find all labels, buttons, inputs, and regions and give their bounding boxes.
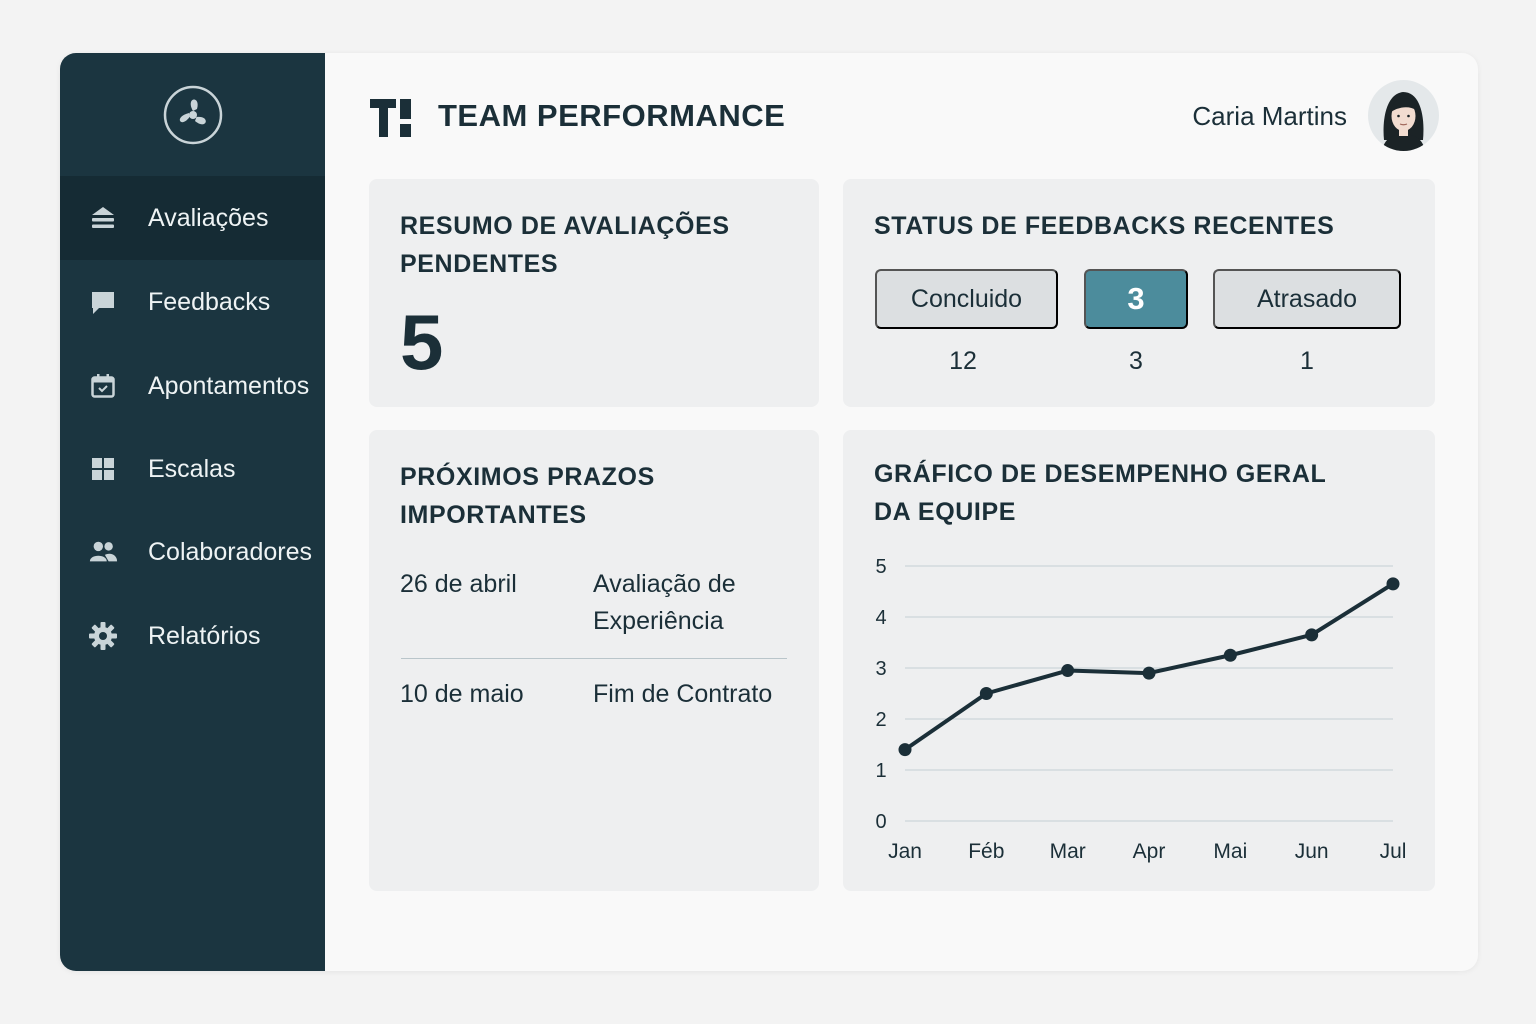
- x-tick-label: Jun: [1295, 840, 1329, 863]
- card-title: RESUMO DE AVALIAÇÕES PENDENTES: [400, 212, 730, 278]
- status-count: 1: [1300, 347, 1314, 375]
- sidebar-item-label: Apontamentos: [148, 371, 310, 400]
- x-tick-label: Jan: [888, 840, 922, 863]
- app-window: Avaliações Feedbacks Apontamentos Escala…: [60, 53, 1478, 971]
- calendar-icon: [88, 371, 118, 401]
- grid-icon: [88, 454, 118, 484]
- sidebar-item-label: Feedbacks: [148, 287, 271, 316]
- main-content: TEAM PERFORMANCE Caria Martins RESUMO DE…: [325, 53, 1478, 971]
- data-point: [1061, 664, 1075, 678]
- pending-evaluations-card: RESUMO DE AVALIAÇÕES PENDENTES 5: [369, 179, 819, 407]
- data-point: [979, 687, 993, 700]
- performance-line-chart: 0 1 2 3 4 5 Jan Féb Mar Apr Mai Jun Jul: [875, 556, 1407, 863]
- y-tick-label: 2: [875, 709, 886, 731]
- sidebar-item-avaliacoes[interactable]: Avaliações: [60, 176, 325, 260]
- deadline-event[interactable]: Fim de Contrato: [593, 676, 772, 713]
- data-point: [898, 743, 912, 757]
- user-avatar-icon: [1382, 92, 1425, 151]
- stack-icon: [88, 203, 118, 233]
- users-icon: [88, 537, 118, 567]
- gear-icon: [88, 621, 118, 651]
- deadline-date: 26 de abril: [400, 570, 517, 598]
- x-tick-label: Mar: [1050, 840, 1086, 863]
- y-tick-label: 5: [875, 556, 886, 578]
- sidebar-item-label: Escalas: [148, 454, 236, 483]
- feedback-status-card: STATUS DE FEEDBACKS RECENTES Concluido 3…: [843, 179, 1435, 407]
- status-pending-button[interactable]: 3: [1084, 269, 1188, 329]
- x-tick-label: Apr: [1133, 840, 1166, 863]
- data-point: [1386, 577, 1400, 591]
- page-title: TEAM PERFORMANCE: [438, 98, 786, 133]
- user-name[interactable]: Caria Martins: [1192, 101, 1347, 132]
- x-tick-label: Féb: [968, 840, 1004, 863]
- data-point: [1305, 628, 1319, 642]
- y-tick-label: 3: [875, 658, 886, 680]
- deadlines-card: PRÓXIMOS PRAZOS IMPORTANTES 26 de abril …: [369, 430, 819, 891]
- data-point: [1223, 648, 1237, 662]
- sidebar-item-feedbacks[interactable]: Feedbacks: [60, 260, 325, 344]
- status-count: 12: [949, 347, 977, 375]
- sidebar-item-label: Colaboradores: [148, 537, 312, 566]
- sidebar-item-apontamentos[interactable]: Apontamentos: [60, 344, 325, 428]
- deadline-event[interactable]: Avaliação de Experiência: [593, 566, 736, 640]
- data-point: [1142, 666, 1156, 680]
- pending-count: 5: [400, 298, 444, 386]
- x-tick-label: Jul: [1380, 840, 1407, 863]
- sidebar-item-label: Avaliações: [148, 203, 269, 232]
- card-title: PRÓXIMOS PRAZOS IMPORTANTES: [400, 463, 655, 529]
- sidebar: Avaliações Feedbacks Apontamentos Escala…: [60, 53, 325, 971]
- avatar[interactable]: [1368, 80, 1439, 151]
- chat-bubble-icon: [88, 287, 118, 317]
- y-tick-label: 0: [875, 811, 886, 833]
- status-concluido-button[interactable]: Concluido: [875, 269, 1058, 329]
- performance-chart-card: GRÁFICO DE DESEMPENHO GERAL DA EQUIPE 01…: [843, 430, 1435, 891]
- sidebar-item-label: Relatórios: [148, 621, 261, 650]
- y-tick-label: 4: [875, 607, 886, 629]
- app-logo-icon: [163, 85, 223, 145]
- divider: [401, 658, 787, 659]
- sidebar-item-relatorios[interactable]: Relatórios: [60, 594, 325, 678]
- y-tick-label: 1: [875, 760, 886, 782]
- sidebar-item-escalas[interactable]: Escalas: [60, 427, 325, 511]
- deadline-date: 10 de maio: [400, 680, 524, 708]
- dashboard-brand-icon: [370, 99, 411, 137]
- card-title: STATUS DE FEEDBACKS RECENTES: [874, 212, 1335, 240]
- status-atrasado-button[interactable]: Atrasado: [1213, 269, 1401, 329]
- sidebar-item-colaboradores[interactable]: Colaboradores: [60, 510, 325, 594]
- x-tick-label: Mai: [1213, 840, 1247, 863]
- status-count: 3: [1129, 347, 1143, 375]
